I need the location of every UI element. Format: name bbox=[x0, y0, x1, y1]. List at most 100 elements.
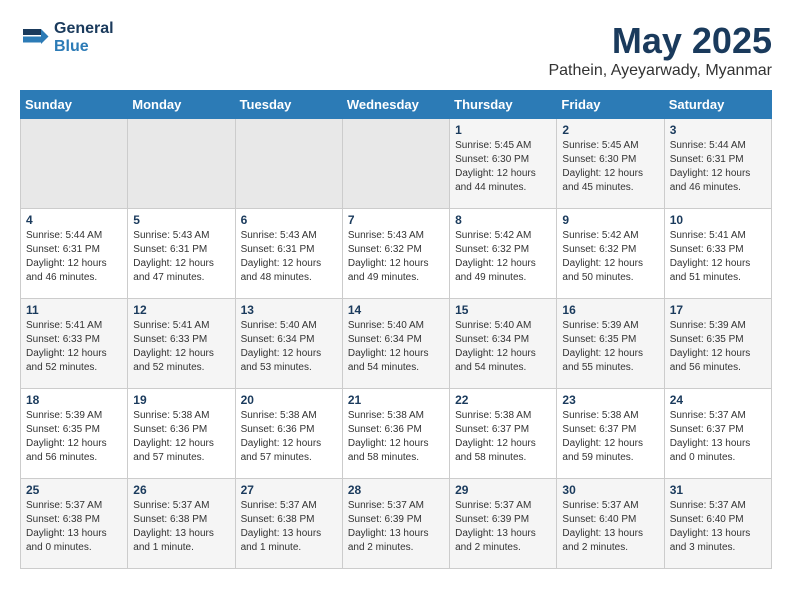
day-info: Sunrise: 5:42 AM Sunset: 6:32 PM Dayligh… bbox=[455, 229, 551, 285]
day-info: Sunrise: 5:43 AM Sunset: 6:32 PM Dayligh… bbox=[348, 229, 444, 285]
calendar-cell: 9 Sunrise: 5:42 AM Sunset: 6:32 PM Daylig… bbox=[557, 209, 664, 299]
day-info: Sunrise: 5:37 AM Sunset: 6:38 PM Dayligh… bbox=[241, 499, 337, 555]
day-info: Sunrise: 5:37 AM Sunset: 6:39 PM Dayligh… bbox=[455, 499, 551, 555]
logo-line1: General bbox=[54, 20, 114, 38]
calendar-cell: 27 Sunrise: 5:37 AM Sunset: 6:38 PM Dayli… bbox=[235, 479, 342, 569]
day-number: 16 bbox=[562, 303, 658, 317]
day-info: Sunrise: 5:37 AM Sunset: 6:38 PM Dayligh… bbox=[133, 499, 229, 555]
day-info: Sunrise: 5:45 AM Sunset: 6:30 PM Dayligh… bbox=[562, 139, 658, 195]
calendar-cell: 1 Sunrise: 5:45 AM Sunset: 6:30 PM Daylig… bbox=[450, 119, 557, 209]
calendar-week-row: 18Sunrise: 5:39 AM Sunset: 6:35 PM Dayli… bbox=[21, 389, 772, 479]
page-header: General Blue May 2025 Pathein, Ayeyarwad… bbox=[20, 20, 772, 80]
calendar-cell bbox=[128, 119, 235, 209]
day-number: 14 bbox=[348, 303, 444, 317]
calendar-cell: 7 Sunrise: 5:43 AM Sunset: 6:32 PM Daylig… bbox=[342, 209, 449, 299]
calendar-cell: 16 Sunrise: 5:39 AM Sunset: 6:35 PM Dayli… bbox=[557, 299, 664, 389]
day-info: Sunrise: 5:39 AM Sunset: 6:35 PM Dayligh… bbox=[562, 319, 658, 375]
day-info: Sunrise: 5:38 AM Sunset: 6:36 PM Dayligh… bbox=[348, 409, 444, 465]
day-number: 3 bbox=[670, 123, 766, 137]
calendar-week-row: 25 Sunrise: 5:37 AM Sunset: 6:38 PM Dayli… bbox=[21, 479, 772, 569]
weekday-header-row: SundayMondayTuesdayWednesdayThursdayFrid… bbox=[21, 91, 772, 119]
calendar-cell: 4 Sunrise: 5:44 AM Sunset: 6:31 PM Daylig… bbox=[21, 209, 128, 299]
day-info: Sunrise: 5:40 AM Sunset: 6:34 PM Dayligh… bbox=[455, 319, 551, 375]
day-info: Sunrise: 5:38 AM Sunset: 6:37 PM Dayligh… bbox=[455, 409, 551, 465]
calendar-cell: 31Sunrise: 5:37 AM Sunset: 6:40 PM Dayli… bbox=[664, 479, 771, 569]
weekday-header: Friday bbox=[557, 91, 664, 119]
day-number: 19 bbox=[133, 393, 229, 407]
day-info: Sunrise: 5:37 AM Sunset: 6:40 PM Dayligh… bbox=[670, 499, 766, 555]
calendar-cell: 18Sunrise: 5:39 AM Sunset: 6:35 PM Dayli… bbox=[21, 389, 128, 479]
day-info: Sunrise: 5:45 AM Sunset: 6:30 PM Dayligh… bbox=[455, 139, 551, 195]
calendar-cell: 15 Sunrise: 5:40 AM Sunset: 6:34 PM Dayli… bbox=[450, 299, 557, 389]
day-info: Sunrise: 5:44 AM Sunset: 6:31 PM Dayligh… bbox=[26, 229, 122, 285]
day-number: 15 bbox=[455, 303, 551, 317]
calendar-cell: 22 Sunrise: 5:38 AM Sunset: 6:37 PM Dayli… bbox=[450, 389, 557, 479]
calendar-table: SundayMondayTuesdayWednesdayThursdayFrid… bbox=[20, 90, 772, 569]
calendar-cell: 19 Sunrise: 5:38 AM Sunset: 6:36 PM Dayli… bbox=[128, 389, 235, 479]
day-number: 10 bbox=[670, 213, 766, 227]
day-info: Sunrise: 5:41 AM Sunset: 6:33 PM Dayligh… bbox=[670, 229, 766, 285]
calendar-cell: 3 Sunrise: 5:44 AM Sunset: 6:31 PM Daylig… bbox=[664, 119, 771, 209]
calendar-cell: 29Sunrise: 5:37 AM Sunset: 6:39 PM Dayli… bbox=[450, 479, 557, 569]
day-number: 18 bbox=[26, 393, 122, 407]
day-info: Sunrise: 5:40 AM Sunset: 6:34 PM Dayligh… bbox=[241, 319, 337, 375]
day-info: Sunrise: 5:41 AM Sunset: 6:33 PM Dayligh… bbox=[133, 319, 229, 375]
calendar-cell bbox=[235, 119, 342, 209]
weekday-header: Sunday bbox=[21, 91, 128, 119]
day-info: Sunrise: 5:41 AM Sunset: 6:33 PM Dayligh… bbox=[26, 319, 122, 375]
calendar-cell: 21 Sunrise: 5:38 AM Sunset: 6:36 PM Dayli… bbox=[342, 389, 449, 479]
weekday-header: Monday bbox=[128, 91, 235, 119]
day-number: 5 bbox=[133, 213, 229, 227]
calendar-cell: 11Sunrise: 5:41 AM Sunset: 6:33 PM Dayli… bbox=[21, 299, 128, 389]
calendar-cell: 25 Sunrise: 5:37 AM Sunset: 6:38 PM Dayli… bbox=[21, 479, 128, 569]
day-number: 30 bbox=[562, 483, 658, 497]
calendar-cell bbox=[342, 119, 449, 209]
calendar-cell: 12Sunrise: 5:41 AM Sunset: 6:33 PM Dayli… bbox=[128, 299, 235, 389]
day-number: 22 bbox=[455, 393, 551, 407]
day-number: 2 bbox=[562, 123, 658, 137]
day-info: Sunrise: 5:43 AM Sunset: 6:31 PM Dayligh… bbox=[241, 229, 337, 285]
day-info: Sunrise: 5:43 AM Sunset: 6:31 PM Dayligh… bbox=[133, 229, 229, 285]
day-number: 13 bbox=[241, 303, 337, 317]
day-number: 17 bbox=[670, 303, 766, 317]
calendar-week-row: 11Sunrise: 5:41 AM Sunset: 6:33 PM Dayli… bbox=[21, 299, 772, 389]
calendar-cell: 2 Sunrise: 5:45 AM Sunset: 6:30 PM Daylig… bbox=[557, 119, 664, 209]
calendar-cell: 28 Sunrise: 5:37 AM Sunset: 6:39 PM Dayli… bbox=[342, 479, 449, 569]
weekday-header: Tuesday bbox=[235, 91, 342, 119]
day-number: 7 bbox=[348, 213, 444, 227]
day-info: Sunrise: 5:37 AM Sunset: 6:39 PM Dayligh… bbox=[348, 499, 444, 555]
day-number: 24 bbox=[670, 393, 766, 407]
day-number: 6 bbox=[241, 213, 337, 227]
calendar-cell bbox=[21, 119, 128, 209]
title-block: May 2025 Pathein, Ayeyarwady, Myanmar bbox=[548, 20, 772, 80]
day-info: Sunrise: 5:38 AM Sunset: 6:36 PM Dayligh… bbox=[133, 409, 229, 465]
calendar-week-row: 4 Sunrise: 5:44 AM Sunset: 6:31 PM Daylig… bbox=[21, 209, 772, 299]
weekday-header: Thursday bbox=[450, 91, 557, 119]
calendar-cell: 23 Sunrise: 5:38 AM Sunset: 6:37 PM Dayli… bbox=[557, 389, 664, 479]
logo: General Blue bbox=[20, 20, 114, 55]
day-number: 26 bbox=[133, 483, 229, 497]
day-number: 8 bbox=[455, 213, 551, 227]
day-info: Sunrise: 5:44 AM Sunset: 6:31 PM Dayligh… bbox=[670, 139, 766, 195]
day-number: 1 bbox=[455, 123, 551, 137]
day-number: 9 bbox=[562, 213, 658, 227]
day-info: Sunrise: 5:40 AM Sunset: 6:34 PM Dayligh… bbox=[348, 319, 444, 375]
calendar-cell: 17Sunrise: 5:39 AM Sunset: 6:35 PM Dayli… bbox=[664, 299, 771, 389]
calendar-cell: 13 Sunrise: 5:40 AM Sunset: 6:34 PM Dayli… bbox=[235, 299, 342, 389]
day-info: Sunrise: 5:37 AM Sunset: 6:38 PM Dayligh… bbox=[26, 499, 122, 555]
day-number: 4 bbox=[26, 213, 122, 227]
calendar-cell: 30Sunrise: 5:37 AM Sunset: 6:40 PM Dayli… bbox=[557, 479, 664, 569]
day-number: 28 bbox=[348, 483, 444, 497]
day-info: Sunrise: 5:42 AM Sunset: 6:32 PM Dayligh… bbox=[562, 229, 658, 285]
day-info: Sunrise: 5:37 AM Sunset: 6:37 PM Dayligh… bbox=[670, 409, 766, 465]
logo-line2: Blue bbox=[54, 38, 114, 56]
day-info: Sunrise: 5:38 AM Sunset: 6:36 PM Dayligh… bbox=[241, 409, 337, 465]
logo-text: General Blue bbox=[54, 20, 114, 55]
calendar-week-row: 1 Sunrise: 5:45 AM Sunset: 6:30 PM Daylig… bbox=[21, 119, 772, 209]
day-number: 27 bbox=[241, 483, 337, 497]
day-number: 23 bbox=[562, 393, 658, 407]
day-info: Sunrise: 5:38 AM Sunset: 6:37 PM Dayligh… bbox=[562, 409, 658, 465]
day-number: 25 bbox=[26, 483, 122, 497]
day-number: 21 bbox=[348, 393, 444, 407]
calendar-title: May 2025 bbox=[548, 20, 772, 62]
